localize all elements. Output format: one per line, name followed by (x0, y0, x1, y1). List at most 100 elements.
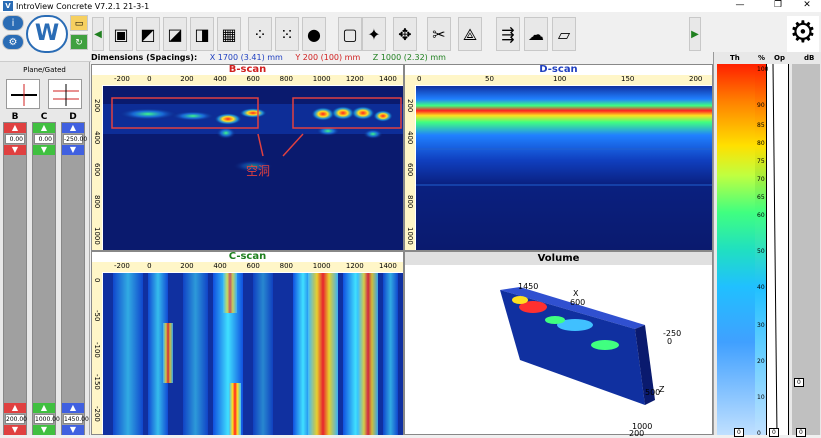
y-tick-label: 800 (93, 195, 101, 209)
y-tick-label: 1000 (93, 227, 101, 245)
dim-z: Z 1000 (2.32) mm (372, 53, 446, 62)
x-tick-label: 150 (621, 75, 635, 83)
blob-icon[interactable]: ☁ (524, 17, 548, 51)
dim-x: X 1700 (3.41) mm (209, 53, 283, 62)
opacity-strip[interactable] (766, 63, 789, 436)
down-arrow-icon[interactable]: ▼ (33, 425, 55, 435)
slider-c[interactable]: ▲ 0.00 ▼ ▲ 1000.00 ▼ (32, 122, 60, 435)
down-arrow-icon[interactable]: ▼ (33, 145, 55, 155)
up-arrow-icon[interactable]: ▲ (62, 403, 84, 413)
slider-d[interactable]: ▲ -250.00 ▼ ▲ 1450.00 ▼ (61, 122, 89, 435)
bottom-value[interactable]: 1000.00 (34, 414, 60, 424)
dscan-y-axis: 200 400 600 800 1000 (405, 85, 415, 250)
x-tick-label: 0 (147, 75, 152, 83)
close-button[interactable]: ✕ (793, 0, 821, 12)
bscan-y-axis: 200 400 600 800 1000 (92, 85, 102, 250)
x-tick-label: 1200 (345, 75, 364, 83)
up-arrow-icon[interactable]: ▲ (33, 403, 55, 413)
y-tick-label: 600 (93, 163, 101, 177)
cube-multi-icon[interactable]: ▦ (217, 17, 241, 51)
x-tick-label: 400 (213, 75, 227, 83)
cscan-title: C-scan (228, 251, 267, 262)
bscan-plot[interactable]: 空洞 (103, 86, 403, 250)
arrows-multi-icon[interactable]: ⇶ (496, 17, 520, 51)
scroll-right-icon[interactable]: ▶ (689, 17, 701, 51)
x-tick-label: 200 (689, 75, 703, 83)
y-tick-label: 1000 (406, 227, 414, 245)
x-tick-label: 800 (279, 262, 293, 270)
top-value[interactable]: -250.00 (63, 134, 87, 144)
y-tick-label: 800 (406, 195, 414, 209)
scroll-left-icon[interactable]: ◀ (92, 17, 104, 51)
cscan-plot[interactable] (103, 273, 403, 435)
folder-icon[interactable]: ▭ (70, 15, 88, 31)
colorbar-bottom-value[interactable]: 0 (796, 428, 806, 437)
colorbar-header: Th (730, 54, 740, 62)
dimensions-label: Dimensions (Spacings): (91, 53, 198, 62)
frame-icon[interactable]: ▢ (338, 17, 362, 51)
triangle-icon[interactable]: ⟁ (458, 17, 482, 51)
top-value[interactable]: 0.00 (5, 134, 25, 144)
colorbar-tick: 65 (757, 194, 765, 201)
scissors-icon[interactable]: ✂ (427, 17, 451, 51)
dscan-plot[interactable] (416, 86, 712, 250)
cscan-x-axis: -200 0 200 400 600 800 1000 1200 1400 (92, 262, 403, 272)
top-value[interactable]: 0.00 (34, 134, 54, 144)
y-tick-label: 400 (93, 131, 101, 145)
points-icon[interactable]: ⁘ (248, 17, 272, 51)
maximize-button[interactable]: ❐ (764, 0, 792, 12)
sphere-icon[interactable]: ● (302, 17, 326, 51)
x-tick-label: 600 (246, 75, 260, 83)
settings-gear-icon[interactable]: ⚙ (787, 16, 819, 52)
gear-small-icon[interactable]: ⚙ (2, 34, 24, 50)
cube-red-icon[interactable]: ◩ (136, 17, 160, 51)
colorbar-tick: 100 (757, 66, 769, 73)
points-red-icon[interactable]: ⁙ (275, 17, 299, 51)
down-arrow-icon[interactable]: ▼ (62, 425, 84, 435)
x-tick-label: 50 (485, 75, 494, 83)
x-tick-label: 1400 (379, 75, 397, 83)
up-arrow-icon[interactable]: ▲ (33, 123, 55, 133)
slider-b[interactable]: ▲ 0.00 ▼ ▲ 200.00 ▼ (3, 122, 27, 435)
puzzle-icon[interactable]: ✦ (362, 17, 386, 51)
volume-axis-label: X (573, 289, 579, 298)
gated-lines-icon[interactable] (48, 79, 82, 109)
col-label-b: B (11, 112, 19, 122)
colorbar-bottom-value[interactable]: 0 (769, 428, 779, 437)
x-tick-label: -200 (114, 75, 130, 83)
app-title: IntroView Concrete V7.2.1 21-3-1 (16, 1, 150, 11)
minimize-button[interactable]: — (726, 0, 754, 12)
map-icon[interactable]: ▱ (552, 17, 576, 51)
cube-icon[interactable]: ▣ (109, 17, 133, 51)
cube-blue-icon[interactable]: ◨ (190, 17, 214, 51)
arrows-icon[interactable]: ✥ (393, 17, 417, 51)
down-arrow-icon[interactable]: ▼ (62, 145, 84, 155)
x-tick-label: 0 (417, 75, 422, 83)
bscan-title: B-scan (228, 64, 267, 75)
up-arrow-icon[interactable]: ▲ (4, 403, 26, 413)
volume-axis-label: 200 (629, 429, 645, 438)
up-arrow-icon[interactable]: ▲ (62, 123, 84, 133)
up-arrow-icon[interactable]: ▲ (4, 123, 26, 133)
volume-3d-view[interactable] (405, 265, 712, 435)
bscan-panel: B-scan -200 0 200 400 600 800 1000 1200 1400 200… (91, 64, 404, 251)
x-tick-label: 0 (147, 262, 152, 270)
threshold-gradient[interactable] (717, 64, 755, 435)
colorbar-tick: 85 (757, 122, 765, 129)
db-value[interactable]: 0 (794, 378, 804, 387)
volume-panel: Volume 1450 X 600 -250 0 500 Z 1000 200 (404, 251, 713, 438)
volume-axis-label: 1450 (518, 282, 539, 291)
colorbar-header: Op (774, 54, 785, 62)
bottom-value[interactable]: 200.00 (5, 414, 27, 424)
colorbar-bottom-value[interactable]: 0 (734, 428, 744, 437)
plane-cross-icon[interactable] (6, 79, 40, 109)
bottom-value[interactable]: 1450.00 (63, 414, 89, 424)
down-arrow-icon[interactable]: ▼ (4, 425, 26, 435)
cube-green-icon[interactable]: ◪ (163, 17, 187, 51)
refresh-icon[interactable]: ↻ (70, 34, 88, 50)
down-arrow-icon[interactable]: ▼ (4, 145, 26, 155)
bscan-x-axis: -200 0 200 400 600 800 1000 1200 1400 (92, 75, 403, 85)
colorbar-tick: 80 (757, 140, 765, 147)
info-icon[interactable]: i (2, 15, 24, 31)
colorbar-tick: 50 (757, 248, 765, 255)
